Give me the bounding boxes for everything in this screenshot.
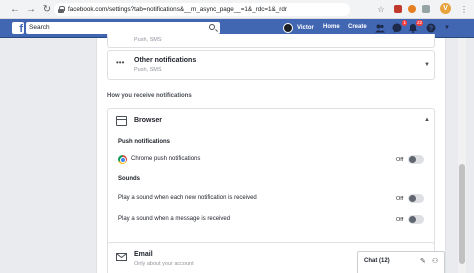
create-link[interactable]: Create (348, 24, 367, 30)
toggle-knob (409, 156, 416, 163)
toggle-state-label: Off (396, 157, 404, 163)
browser-toolbar: ← → ↻ facebook.com/settings?tab=notifica… (0, 0, 474, 19)
toggle-knob (409, 216, 416, 223)
notification-category-row[interactable]: Push, SMS (107, 34, 435, 48)
user-name: Victor (297, 25, 314, 31)
address-bar[interactable]: facebook.com/settings?tab=notifications&… (54, 3, 350, 16)
browser-title: Browser (134, 117, 163, 124)
reload-icon[interactable]: ↻ (40, 2, 54, 16)
extension-icon[interactable] (420, 3, 432, 15)
profile-link[interactable]: Victor (283, 23, 314, 33)
forward-icon[interactable]: → (24, 2, 38, 16)
settings-panel: Push, SMS ••• Other notifications Push, … (96, 34, 446, 273)
lock-icon (58, 6, 65, 13)
facebook-logo[interactable]: f (12, 22, 24, 34)
extension-icon[interactable] (406, 3, 418, 15)
new-group-icon[interactable]: ⚇ (432, 257, 438, 265)
page-scrollbar[interactable] (458, 38, 466, 273)
notifications-icon[interactable]: 22 (407, 20, 423, 34)
section-heading: How you receive notifications (107, 93, 192, 99)
notifications-badge: 22 (415, 20, 423, 26)
toggle-state-label: Off (396, 217, 404, 223)
help-icon[interactable]: ? (425, 22, 437, 34)
row-title: Other notifications (134, 57, 197, 64)
back-icon[interactable]: ← (8, 2, 22, 16)
search-icon[interactable] (209, 24, 215, 30)
avatar (283, 23, 293, 33)
chrome-push-label: Chrome push notifications (131, 156, 201, 162)
search-input[interactable]: Search (26, 22, 220, 34)
scrollbar-thumb[interactable] (459, 164, 465, 264)
push-notifications-heading: Push notifications (118, 139, 171, 145)
compose-icon[interactable]: ✎ (420, 257, 426, 265)
profile-avatar[interactable]: V (440, 3, 451, 14)
chat-label: Chat (12) (364, 258, 390, 264)
chrome-icon (118, 155, 127, 164)
chrome-push-toggle[interactable] (408, 155, 424, 164)
sound-new-notification-label: Play a sound when each new notification … (118, 195, 257, 201)
more-dots-icon: ••• (116, 58, 125, 67)
sound-message-toggle[interactable] (408, 215, 424, 224)
svg-text:?: ? (429, 25, 433, 32)
row-title: Email (134, 251, 153, 258)
envelope-icon (116, 253, 127, 261)
chat-tab[interactable]: Chat (12) ✎ ⚇ (357, 251, 445, 273)
row-subtitle: Push, SMS (134, 67, 162, 73)
browser-window-icon (116, 116, 127, 126)
friend-requests-icon[interactable] (374, 22, 386, 34)
home-link[interactable]: Home (323, 24, 340, 30)
bookmark-star-icon[interactable]: ☆ (375, 3, 387, 15)
sound-message-label: Play a sound when a message is received (118, 216, 231, 222)
row-subtitle: Push, SMS (134, 37, 162, 43)
chevron-down-icon[interactable]: ▼ (424, 62, 430, 68)
chevron-up-icon[interactable]: ▲ (424, 117, 430, 123)
messenger-icon[interactable]: 1 (391, 20, 407, 34)
account-menu-icon[interactable]: ▼ (441, 22, 453, 34)
toggle-knob (409, 195, 416, 202)
extension-icon[interactable] (392, 3, 404, 15)
menu-icon[interactable]: ⋮ (458, 3, 470, 15)
search-placeholder: Search (29, 24, 50, 31)
toggle-state-label: Off (396, 196, 404, 202)
sounds-heading: Sounds (118, 176, 140, 182)
url-text: facebook.com/settings?tab=notifications&… (68, 6, 287, 13)
row-subtitle: Only about your account (134, 261, 194, 267)
sound-new-notification-toggle[interactable] (408, 194, 424, 203)
other-notifications-row[interactable]: ••• Other notifications Push, SMS ▼ (107, 50, 435, 80)
